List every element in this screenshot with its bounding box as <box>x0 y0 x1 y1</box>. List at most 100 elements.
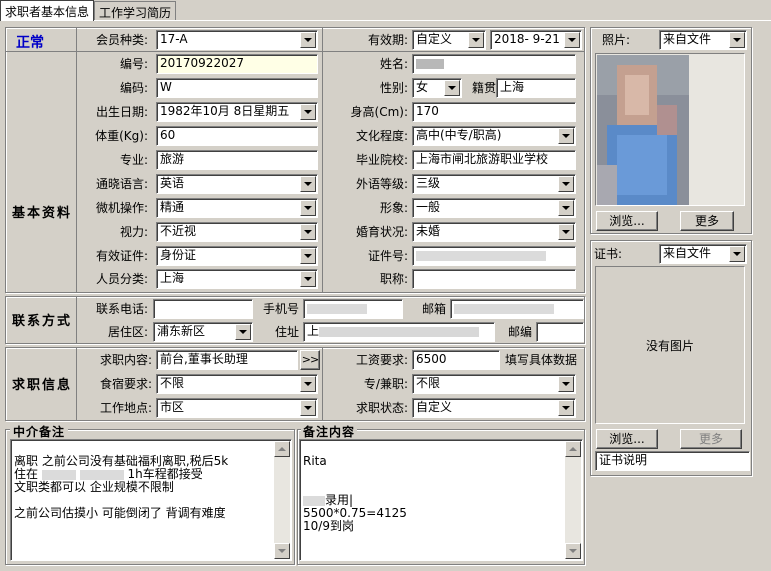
vision-select[interactable]: 不近视 <box>156 222 318 242</box>
remark-textarea[interactable]: Rita 录用| 5500*0.75=4125 10/9到岗 <box>299 439 583 561</box>
certificate-desc-field[interactable]: 证书说明 <box>595 451 750 471</box>
chevron-down-icon[interactable] <box>300 400 316 416</box>
agent-notes-textarea[interactable]: 离职 之前公司没有基础福利离职,税后5k 住在 1h车程都接受 文职类都可以 企业规… <box>10 439 292 561</box>
chevron-down-icon[interactable] <box>729 246 745 262</box>
lang-level-select[interactable]: 三级 <box>412 174 576 194</box>
remark-line: Rita <box>303 454 327 468</box>
chevron-down-icon[interactable] <box>300 176 316 192</box>
chevron-down-icon[interactable] <box>300 32 316 48</box>
certificate-label: 证书: <box>594 247 623 261</box>
photo-label: 照片: <box>602 33 631 47</box>
phone-field[interactable] <box>153 299 253 319</box>
id-label: 编号: <box>119 57 148 71</box>
board-label: 食宿要求: <box>99 377 152 391</box>
email-label: 邮箱 <box>421 302 446 316</box>
valid-date-picker[interactable]: 2018- 9-21 <box>490 30 582 50</box>
scroll-down-icon[interactable] <box>565 543 581 559</box>
photo-source-select[interactable]: 来自文件 <box>659 30 747 50</box>
birth-date-picker[interactable]: 1982年10月 8日星期五 <box>156 102 318 122</box>
chevron-down-icon[interactable] <box>235 324 251 340</box>
phone-label: 联系电话: <box>95 302 148 316</box>
certificate-source-select[interactable]: 来自文件 <box>659 244 747 264</box>
category-label: 人员分类: <box>95 272 148 286</box>
chevron-down-icon[interactable] <box>300 200 316 216</box>
scroll-up-icon[interactable] <box>274 441 290 457</box>
chevron-down-icon[interactable] <box>564 32 580 48</box>
category-select[interactable]: 上海 <box>156 269 318 289</box>
chevron-down-icon[interactable] <box>558 176 574 192</box>
height-field[interactable]: 170 <box>412 102 576 122</box>
native-field[interactable]: 上海 <box>496 78 576 98</box>
tab-work-history[interactable]: 工作学习简历 <box>94 1 176 20</box>
chevron-down-icon[interactable] <box>729 32 745 48</box>
agent-notes-title: 中介备注 <box>10 423 69 440</box>
section-basic-title: 基本资料 <box>12 206 73 221</box>
marital-label: 婚育状况: <box>355 225 408 239</box>
photo-more-button[interactable]: 更多 <box>680 211 734 231</box>
redacted-text <box>303 495 325 506</box>
gender-select[interactable]: 女 <box>412 78 462 98</box>
major-field[interactable]: 旅游 <box>156 150 318 170</box>
board-select[interactable]: 不限 <box>156 374 318 394</box>
marital-select[interactable]: 未婚 <box>412 222 576 242</box>
chevron-down-icon[interactable] <box>558 200 574 216</box>
parttime-select[interactable]: 不限 <box>412 374 576 394</box>
zip-field[interactable] <box>536 322 584 342</box>
chevron-down-icon[interactable] <box>300 248 316 264</box>
weight-label: 体重(Kg): <box>95 129 148 143</box>
chevron-down-icon[interactable] <box>558 224 574 240</box>
redacted-text <box>454 303 554 314</box>
location-label: 工作地点: <box>99 401 152 415</box>
chevron-down-icon[interactable] <box>300 376 316 392</box>
photo-browse-button[interactable]: 浏览... <box>596 211 658 231</box>
scroll-up-icon[interactable] <box>565 441 581 457</box>
scroll-down-icon[interactable] <box>274 543 290 559</box>
address-field[interactable]: 上 <box>303 322 495 342</box>
member-type-select[interactable]: 17-A <box>156 30 318 50</box>
tab-underline <box>0 20 771 21</box>
chevron-down-icon[interactable] <box>558 400 574 416</box>
location-select[interactable]: 市区 <box>156 398 318 418</box>
certificate-browse-button[interactable]: 浏览... <box>596 429 658 449</box>
computer-select[interactable]: 精通 <box>156 198 318 218</box>
title-field[interactable] <box>412 269 576 289</box>
edu-label: 文化程度: <box>355 129 408 143</box>
chevron-down-icon[interactable] <box>468 32 484 48</box>
valid-mode-select[interactable]: 自定义 <box>412 30 486 50</box>
remark-scrollbar[interactable] <box>565 441 581 559</box>
school-field[interactable]: 上海市闸北旅游职业学校 <box>412 150 576 170</box>
id-field[interactable]: 20170922027 <box>156 54 318 74</box>
member-type-label: 会员种类: <box>95 33 148 47</box>
agent-note-line: 文职类都可以 企业规模不限制 <box>14 480 174 494</box>
chevron-down-icon[interactable] <box>300 104 316 120</box>
job-content-more-button[interactable]: >> <box>300 350 320 370</box>
certificate-more-button[interactable]: 更多 <box>680 429 742 449</box>
birth-label: 出生日期: <box>95 105 148 119</box>
cert-no-field[interactable] <box>412 246 576 266</box>
agent-notes-scrollbar[interactable] <box>274 441 290 559</box>
chevron-down-icon[interactable] <box>300 224 316 240</box>
job-content-field[interactable]: 前台,董事长助理 <box>156 350 298 370</box>
school-label: 毕业院校: <box>355 153 408 167</box>
chevron-down-icon[interactable] <box>300 271 316 287</box>
mobile-field[interactable] <box>303 299 403 319</box>
salary-field[interactable]: 6500 <box>412 350 500 370</box>
edu-select[interactable]: 高中(中专/职高) <box>412 126 576 146</box>
tab-basic-info[interactable]: 求职者基本信息 <box>0 0 94 21</box>
code-field[interactable]: W <box>156 78 318 98</box>
weight-field[interactable]: 60 <box>156 126 318 146</box>
chevron-down-icon[interactable] <box>444 80 460 96</box>
lang-select[interactable]: 英语 <box>156 174 318 194</box>
separator <box>76 28 77 292</box>
title-label: 职称: <box>379 272 408 286</box>
image-select[interactable]: 一般 <box>412 198 576 218</box>
certificate-empty-text: 没有图片 <box>645 339 694 353</box>
district-select[interactable]: 浦东新区 <box>153 322 253 342</box>
chevron-down-icon[interactable] <box>558 128 574 144</box>
email-field[interactable] <box>450 299 584 319</box>
job-status-select[interactable]: 自定义 <box>412 398 576 418</box>
redacted-text <box>41 469 76 480</box>
cert-select[interactable]: 身份证 <box>156 246 318 266</box>
chevron-down-icon[interactable] <box>558 376 574 392</box>
name-field[interactable] <box>412 54 576 74</box>
